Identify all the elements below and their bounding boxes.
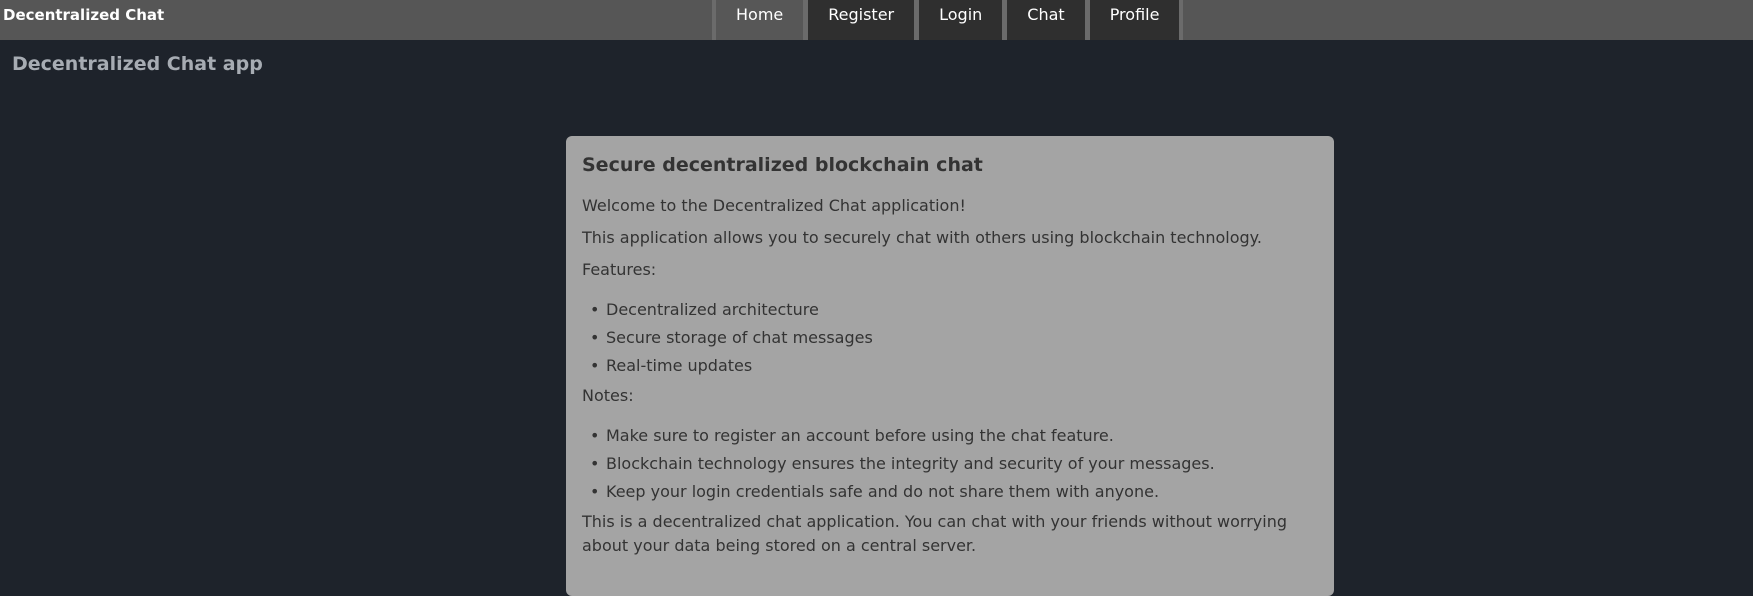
page-title: Decentralized Chat app bbox=[12, 53, 263, 75]
nav-register[interactable]: Register bbox=[808, 0, 915, 40]
nav-login[interactable]: Login bbox=[919, 0, 1003, 40]
info-card: Secure decentralized blockchain chat Wel… bbox=[566, 136, 1334, 596]
nav-home[interactable]: Home bbox=[716, 0, 804, 40]
top-navbar: Decentralized Chat Home Register Login C… bbox=[0, 0, 1753, 40]
nav-profile[interactable]: Profile bbox=[1089, 0, 1180, 40]
features-list: Decentralized architecture Secure storag… bbox=[582, 298, 1318, 378]
list-item: Decentralized architecture bbox=[590, 298, 1318, 322]
nav-chat[interactable]: Chat bbox=[1007, 0, 1085, 40]
list-item: Real-time updates bbox=[590, 354, 1318, 378]
brand-title[interactable]: Decentralized Chat bbox=[3, 7, 164, 24]
features-label: Features: bbox=[582, 260, 657, 279]
main-nav: Home Register Login Chat Profile bbox=[712, 0, 1184, 40]
list-item: Secure storage of chat messages bbox=[590, 326, 1318, 350]
welcome-text: Welcome to the Decentralized Chat applic… bbox=[582, 196, 966, 215]
card-heading: Secure decentralized blockchain chat bbox=[582, 154, 983, 176]
notes-label: Notes: bbox=[582, 386, 634, 405]
intro-text: This application allows you to securely … bbox=[582, 228, 1262, 247]
list-item: Blockchain technology ensures the integr… bbox=[590, 452, 1318, 476]
list-item: Keep your login credentials safe and do … bbox=[590, 480, 1318, 504]
footer-text: This is a decentralized chat application… bbox=[582, 512, 1287, 555]
list-item: Make sure to register an account before … bbox=[590, 424, 1318, 448]
notes-list: Make sure to register an account before … bbox=[582, 424, 1318, 504]
